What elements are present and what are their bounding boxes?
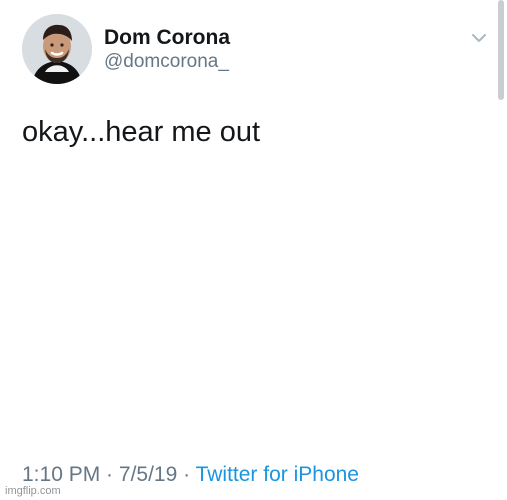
tweet-time: 1:10 PM — [22, 463, 101, 486]
display-name[interactable]: Dom Corona — [104, 26, 230, 50]
tweet-source-link[interactable]: Twitter for iPhone — [196, 463, 359, 486]
scrollbar[interactable] — [498, 0, 504, 100]
tweet-meta: 1:10 PM · 7/5/19 · Twitter for iPhone — [22, 463, 359, 487]
handle[interactable]: @domcorona_ — [104, 51, 229, 73]
tweet-card: Dom Corona @domcorona_ okay...hear me ou… — [0, 0, 507, 500]
tweet-text: okay...hear me out — [22, 116, 261, 148]
imgflip-watermark: imgflip.com — [5, 485, 61, 497]
avatar[interactable] — [22, 14, 92, 84]
meta-separator: · — [177, 463, 196, 486]
meta-separator: · — [100, 463, 119, 486]
tweet-date: 7/5/19 — [118, 463, 178, 486]
chevron-down-icon[interactable] — [469, 28, 489, 48]
